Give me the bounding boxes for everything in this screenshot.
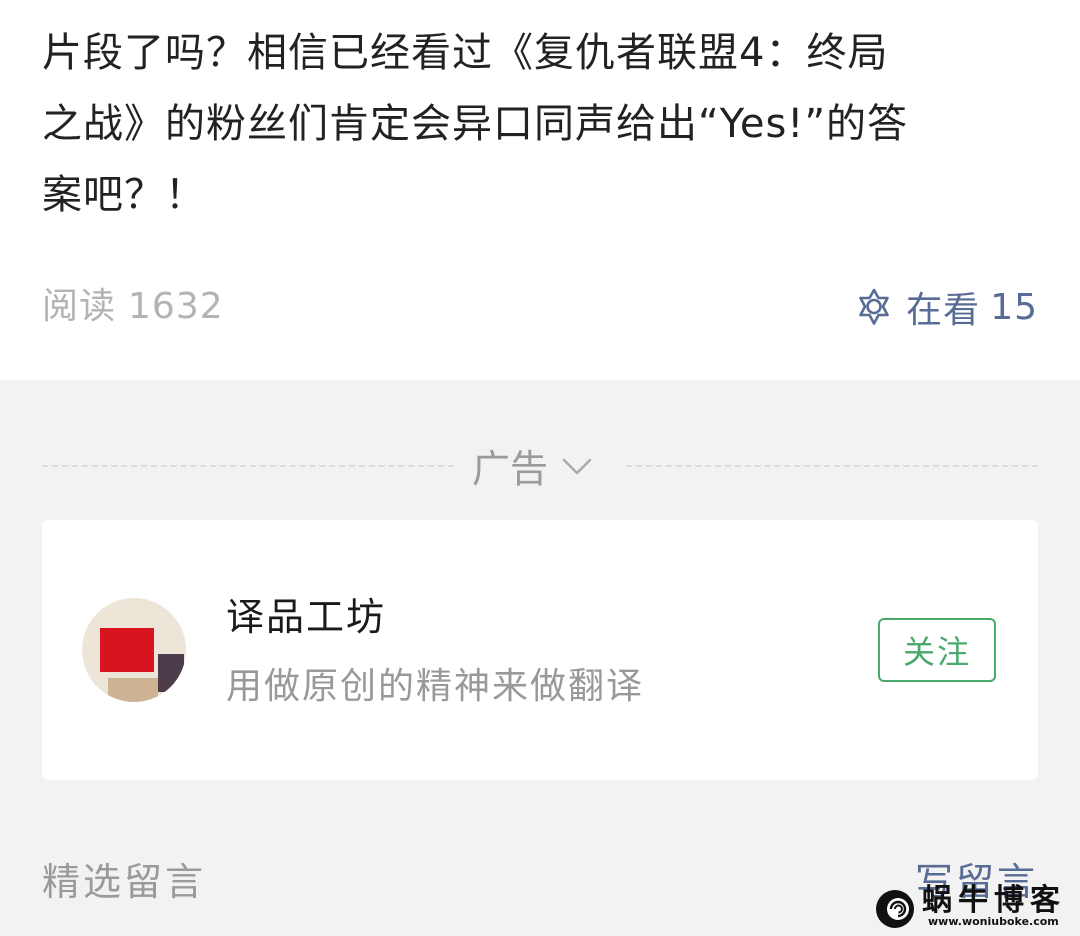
watermark-url: www.woniuboke.com xyxy=(928,915,1059,928)
divider-line-right xyxy=(626,465,1038,467)
divider-line-left xyxy=(42,465,454,467)
article-line: 片段了吗？相信已经看过《复仇者联盟4：终局 xyxy=(42,30,889,76)
article-line: 之战》的粉丝们肯定会异口同声给出“Yes!”的答 xyxy=(42,101,909,147)
read-label: 阅读 xyxy=(42,286,117,327)
ad-label: 广告 xyxy=(472,446,549,491)
account-name: 译品工坊 xyxy=(226,595,387,639)
looking-count: 15 xyxy=(990,286,1038,328)
looking-label: 在看 xyxy=(906,290,981,331)
bottom-section: 广告 译品工坊 用做原创的精神来做翻译 关注 精选留言 写留言 xyxy=(0,380,1080,936)
account-description: 用做原创的精神来做翻译 xyxy=(226,666,645,707)
article-line: 案吧？！ xyxy=(42,172,206,218)
read-count-value: 1632 xyxy=(128,286,224,327)
watermark-logo-icon xyxy=(874,888,916,930)
comments-title: 精选留言 xyxy=(42,860,207,904)
chevron-down-icon xyxy=(560,448,594,482)
account-ad-card[interactable]: 译品工坊 用做原创的精神来做翻译 关注 xyxy=(42,520,1038,780)
read-count: 阅读 1632 xyxy=(42,282,224,332)
looking-star-icon xyxy=(854,287,894,327)
watermark-text: 蜗牛博客 xyxy=(922,883,1066,918)
watermark: 蜗牛博客 www.woniuboke.com xyxy=(874,883,1066,930)
follow-button[interactable]: 关注 xyxy=(878,618,996,682)
ad-toggle[interactable]: 广告 xyxy=(472,440,594,491)
article-body: 片段了吗？相信已经看过《复仇者联盟4：终局 之战》的粉丝们肯定会异口同声给出“Y… xyxy=(42,18,1042,231)
looking-button[interactable]: 在看 15 xyxy=(854,282,1038,332)
article-meta-row: 阅读 1632 在看 15 xyxy=(42,282,1038,332)
avatar xyxy=(82,598,186,702)
ad-divider: 广告 xyxy=(42,440,1038,491)
article-section: 片段了吗？相信已经看过《复仇者联盟4：终局 之战》的粉丝们肯定会异口同声给出“Y… xyxy=(0,0,1080,380)
